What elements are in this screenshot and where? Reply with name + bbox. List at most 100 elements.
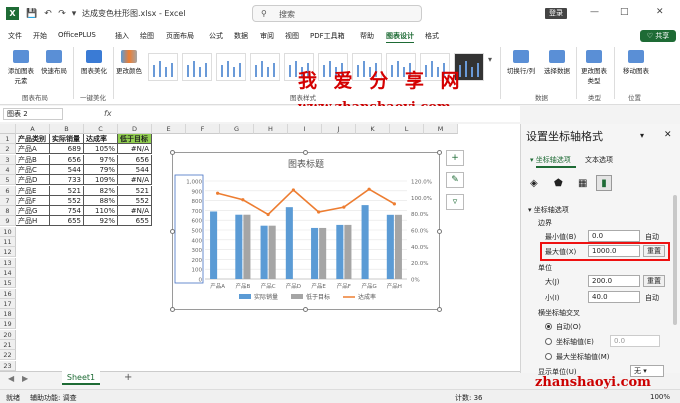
column-header-K[interactable]: K (356, 124, 390, 134)
chart-resize-handle[interactable] (437, 307, 442, 312)
customize-icon[interactable]: ▾ (68, 8, 80, 20)
table-cell[interactable]: 产品C (16, 164, 50, 175)
menu-data[interactable]: 数据 (234, 31, 248, 41)
column-header-H[interactable]: H (254, 124, 288, 134)
chart-style-1[interactable] (148, 53, 178, 81)
table-cell[interactable]: 79% (84, 164, 118, 175)
size-properties-icon[interactable]: ▦ (578, 178, 587, 189)
chart-styles-button[interactable]: ✎ (446, 172, 464, 188)
legend-swatch[interactable] (291, 294, 303, 299)
radio-axis-value[interactable] (545, 338, 552, 345)
chart-style-3[interactable] (216, 53, 246, 81)
line-point[interactable] (342, 205, 346, 209)
minor-unit-auto[interactable]: 自动 (645, 293, 659, 303)
quick-layout-button[interactable]: 快速布局 (40, 50, 68, 75)
minimum-auto[interactable]: 自动 (645, 232, 659, 242)
menu-formulas[interactable]: 公式 (209, 31, 223, 41)
row-header-17[interactable]: 17 (0, 298, 16, 309)
formula-input[interactable] (118, 108, 518, 120)
chart-area[interactable]: 图表标题 1,000 900 800 700 600 500 400 300 200 100 0 12… (172, 152, 440, 310)
bar-actual-sales[interactable] (260, 225, 268, 279)
radio-auto[interactable] (545, 323, 552, 330)
fx-icon[interactable]: fx (104, 109, 112, 118)
chart-beautify-button[interactable]: 图表美化 (78, 50, 110, 75)
name-box[interactable]: 图表 2 (3, 108, 63, 120)
close-icon[interactable]: ✕ (656, 7, 664, 17)
table-cell[interactable]: 733 (50, 175, 84, 186)
section-axis-options[interactable]: ▾ 坐标轴选项 (528, 205, 569, 215)
bar-below-target[interactable] (243, 214, 251, 279)
chart-resize-handle[interactable] (437, 150, 442, 155)
table-cell[interactable]: 754 (50, 206, 84, 217)
row-header-5[interactable]: 5 (0, 175, 16, 186)
bar-actual-sales[interactable] (285, 207, 293, 279)
menu-home[interactable]: 开始 (33, 31, 47, 41)
bar-actual-sales[interactable] (235, 214, 243, 279)
search-box[interactable]: ⚲ 搜索 (252, 5, 422, 22)
chart-style-2[interactable] (182, 53, 212, 81)
table-cell[interactable]: 521 (118, 185, 152, 196)
row-header-23[interactable]: 23 (0, 360, 16, 371)
column-header-G[interactable]: G (220, 124, 254, 134)
table-cell[interactable]: 产品G (16, 206, 50, 217)
table-cell[interactable]: 552 (50, 195, 84, 206)
row-header-4[interactable]: 4 (0, 164, 16, 175)
table-cell[interactable]: #N/A (118, 206, 152, 217)
menu-insert[interactable]: 插入 (115, 31, 129, 41)
add-chart-element-button[interactable]: 添加图表元素 (6, 50, 36, 85)
add-sheet-icon[interactable]: + (124, 372, 132, 383)
row-header-8[interactable]: 8 (0, 206, 16, 217)
row-header-14[interactable]: 14 (0, 267, 16, 278)
table-cell[interactable]: 655 (50, 216, 84, 227)
minimize-icon[interactable]: — (590, 7, 599, 17)
line-point[interactable] (392, 202, 396, 206)
axis-value-input[interactable]: 0.0 (610, 335, 660, 347)
table-header-cell[interactable]: 达成率 (84, 134, 118, 144)
column-header-B[interactable]: B (50, 124, 84, 134)
column-header-I[interactable]: I (288, 124, 322, 134)
line-point[interactable] (266, 212, 270, 217)
menu-page-layout[interactable]: 页面布局 (166, 31, 194, 41)
row-header-15[interactable]: 15 (0, 278, 16, 289)
maximum-reset-button[interactable]: 重置 (643, 245, 665, 257)
save-icon[interactable]: 💾 (26, 8, 38, 20)
row-header-10[interactable]: 10 (0, 226, 16, 237)
table-header-cell[interactable]: 低于目标 (118, 134, 152, 144)
line-point[interactable] (317, 210, 321, 214)
sheet-prev-icon[interactable]: ◀ (8, 374, 14, 383)
menu-file[interactable]: 文件 (8, 31, 22, 41)
major-unit-input[interactable]: 200.0 (588, 275, 640, 287)
table-cell[interactable]: 544 (118, 164, 152, 175)
bar-below-target[interactable] (268, 225, 276, 279)
legend-label[interactable]: 实际销量 (254, 293, 278, 301)
table-cell[interactable]: 产品E (16, 185, 50, 196)
row-header-13[interactable]: 13 (0, 257, 16, 268)
chart-resize-handle[interactable] (170, 229, 175, 234)
table-cell[interactable]: 521 (50, 185, 84, 196)
table-cell[interactable]: 88% (84, 195, 118, 206)
table-cell[interactable]: 产品D (16, 175, 50, 186)
table-header-cell[interactable]: 实际销量 (50, 134, 84, 144)
menu-review[interactable]: 审阅 (260, 31, 274, 41)
row-header-22[interactable]: 22 (0, 350, 16, 361)
style-gallery-more-icon[interactable]: ▾ (488, 55, 492, 64)
menu-view[interactable]: 视图 (285, 31, 299, 41)
bar-actual-sales[interactable] (336, 224, 344, 279)
row-header-18[interactable]: 18 (0, 309, 16, 320)
table-cell[interactable]: 656 (118, 154, 152, 165)
menu-pdf-toolbox[interactable]: PDF工具箱 (310, 31, 345, 41)
bar-actual-sales[interactable] (311, 227, 319, 279)
radio-max-axis-value[interactable] (545, 353, 552, 360)
maximize-icon[interactable]: □ (620, 7, 629, 17)
chart-resize-handle[interactable] (170, 307, 175, 312)
table-cell[interactable]: 544 (50, 164, 84, 175)
chart-resize-handle[interactable] (303, 307, 308, 312)
sheet-next-icon[interactable]: ▶ (22, 374, 28, 383)
table-cell[interactable]: #N/A (118, 144, 152, 155)
row-header-12[interactable]: 12 (0, 247, 16, 258)
maximum-input[interactable]: 1000.0 (588, 245, 640, 257)
column-header-D[interactable]: D (118, 124, 152, 134)
line-point[interactable] (291, 188, 295, 192)
chart-resize-handle[interactable] (437, 229, 442, 234)
table-cell[interactable]: 656 (50, 154, 84, 165)
